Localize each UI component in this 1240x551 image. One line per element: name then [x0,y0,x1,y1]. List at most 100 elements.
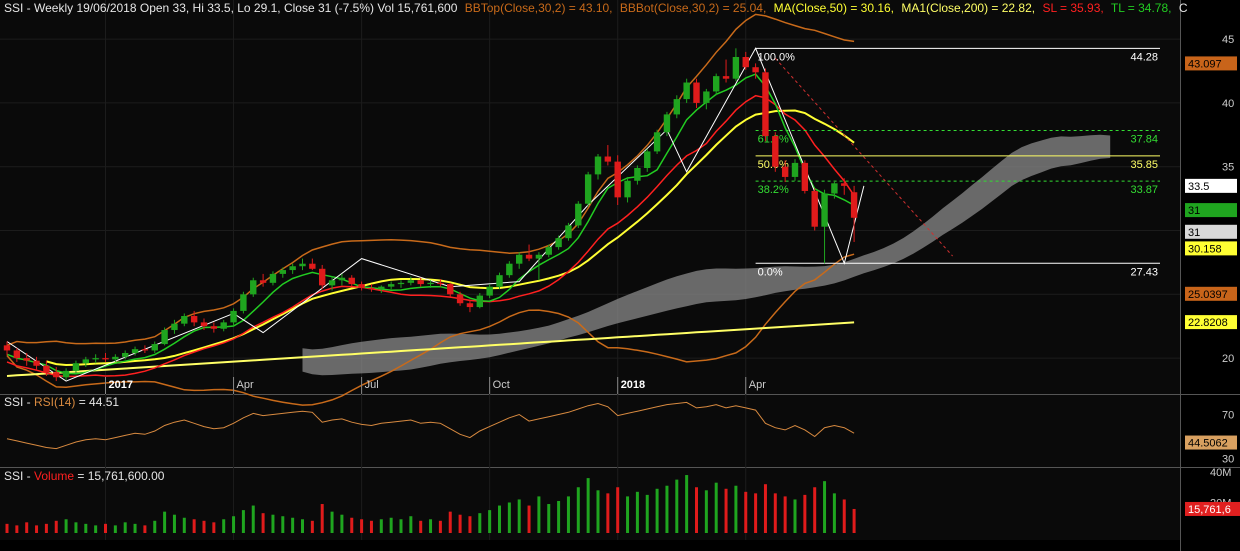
x-tick-label: 2018 [621,379,645,391]
volume-bar [310,520,314,533]
candle-body [210,326,218,329]
candle-body [397,282,405,285]
candle-body [663,114,671,133]
volume-bar [596,490,600,533]
volume-bar [675,479,679,533]
volume-bar [163,511,167,533]
candle-body [653,132,661,152]
fib-level-value: 37.84 [1130,133,1158,145]
candle-body [772,136,779,167]
header-ma200: MA1(Close,200) = 22.82, [901,1,1035,15]
rsi-tick-label: 30 [1222,454,1234,466]
volume-bar [823,481,827,533]
fib-level-pct: 38.2% [758,184,789,196]
chart-header: SSI - Weekly 19/06/2018 Open 33, Hi 33.5… [4,1,1188,15]
volume-bar [498,505,501,533]
price-tag-label: 22.8208 [1188,317,1228,329]
volume-bar [84,523,88,533]
candle-body [565,225,572,239]
volume-bar [803,494,807,533]
candle-body [525,254,533,259]
x-tick-label: Jul [365,379,379,391]
y-tick-label: 35 [1222,162,1234,174]
candle-body [634,168,641,181]
volume-bar [192,519,196,533]
candle-body [43,365,50,373]
header-tl: TL = 34.78, [1111,1,1172,15]
price-tag-label: 31 [1188,227,1200,239]
candle-body [200,322,208,327]
volume-bar [212,522,216,533]
volume-bar [438,520,442,533]
candle-body [23,358,30,361]
candle-body [486,286,493,296]
volume-bar [182,517,186,533]
candle-body [683,82,690,100]
volume-bar [458,514,462,533]
candle-body [171,323,178,331]
volume-bar [685,475,689,533]
rsi-tick-label: 70 [1222,410,1234,422]
candle-body [722,76,730,79]
y-tick-label: 20 [1222,353,1234,365]
volume-bar [64,519,68,533]
volume-bar [261,513,265,533]
volume-bar [251,505,255,533]
volume-bar [369,520,373,533]
fib-level-pct: 0.0% [758,266,783,278]
candle-body [131,349,139,353]
candle-body [535,254,543,259]
candle-body [348,277,355,285]
candle-body [762,72,769,137]
volume-bar [143,525,147,533]
volume-bar [429,519,433,533]
candle-body [289,266,296,271]
volume-bar [399,519,403,533]
rsi-panel [0,395,1180,467]
rsi-header: SSI - RSI(14) = 44.51 [4,395,119,409]
candle-body [250,280,257,295]
x-tick-label: Apr [237,379,254,391]
price-tag-label: 30.158 [1188,243,1222,255]
volume-bar [360,519,364,533]
y-tick-label: 45 [1222,34,1234,46]
candle-body [3,345,11,351]
volume-bar [635,491,639,533]
price-tag-label: 33.5 [1188,181,1209,193]
volume-bar [15,525,19,533]
candle-body [112,356,119,360]
candle-body [447,284,454,295]
candle-body [72,363,80,371]
candle-body [466,303,474,308]
candle-body [319,268,326,286]
volume-bar [113,525,117,533]
chart-canvas[interactable]: 100.0%44.2861.8%37.8450.0%35.8538.2%33.8… [0,0,1240,551]
candle-body [328,280,336,286]
volume-bar [793,499,797,533]
candle-body [850,192,858,218]
candle-body [378,286,385,290]
volume-bar [350,517,354,533]
candle-body [506,263,513,276]
price-tag-label: 25.0397 [1188,289,1228,301]
x-tick-label: Oct [493,379,510,391]
header-bbbot: BBBot(Close,30,2) = 25.04, [620,1,766,15]
volume-bar [389,517,393,533]
candle-body [181,316,188,324]
volume-bar [379,519,383,533]
candle-body [279,270,286,274]
candle-body [53,372,60,378]
volume-bar [626,496,630,533]
candle-body [791,162,799,177]
candle-body [417,280,424,285]
candle-body [82,359,89,364]
rsi-value-label: 44.5062 [1188,438,1228,450]
candle-body [299,263,306,267]
volume-bar [645,494,649,533]
candle-body [407,280,415,283]
candle-body [545,247,552,255]
candle-body [437,282,444,285]
volume-bar [507,502,511,533]
volume-bar [448,511,452,533]
y-tick-label: 40 [1222,98,1234,110]
